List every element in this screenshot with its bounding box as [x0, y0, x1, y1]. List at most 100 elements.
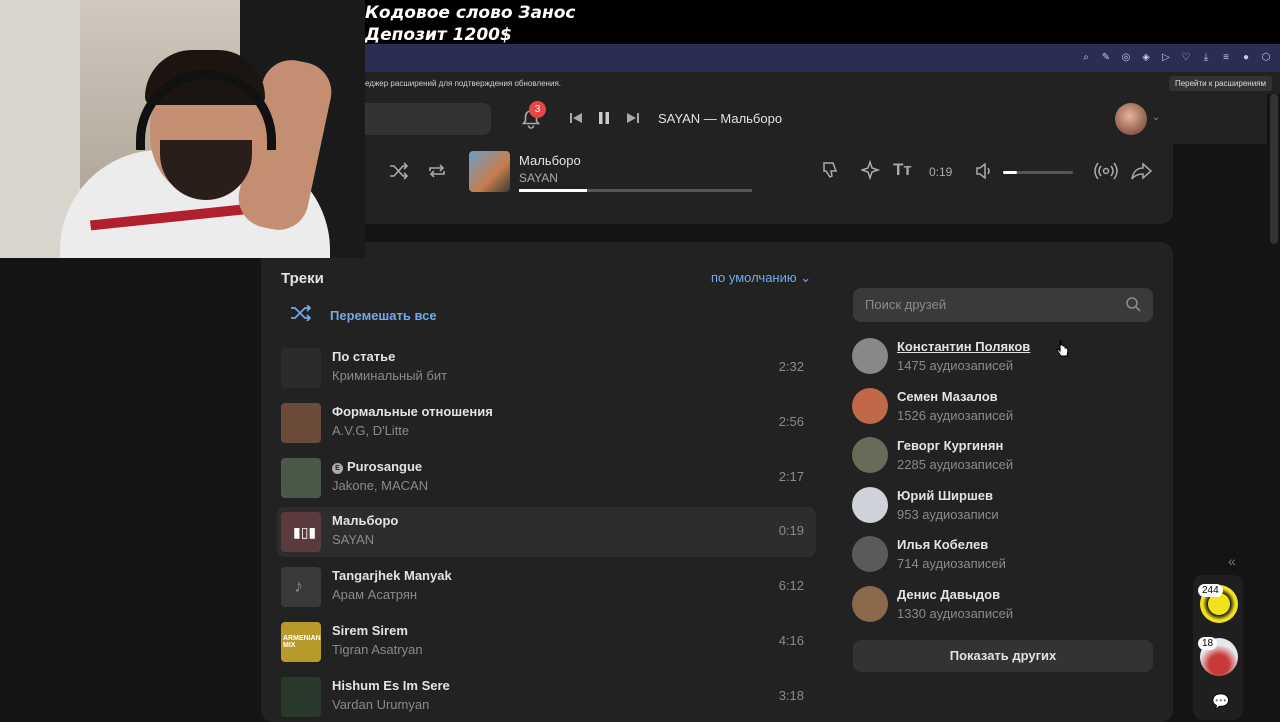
share-icon[interactable] — [1131, 162, 1153, 185]
track-artist[interactable]: Jakone, MACAN — [332, 478, 428, 493]
previous-track-icon[interactable] — [568, 110, 584, 129]
track-cover[interactable]: ▮▯▮ — [281, 512, 321, 553]
track-title[interactable]: Tangarjhek Manyak — [332, 568, 452, 583]
friend-avatar[interactable] — [852, 338, 888, 374]
camera-icon[interactable]: ◎ — [1120, 52, 1132, 64]
collapse-icon[interactable]: « — [1228, 553, 1236, 569]
notifications-badge: 3 — [529, 101, 546, 118]
menu-icon[interactable]: ≡ — [1220, 52, 1232, 64]
site-search-input[interactable] — [365, 103, 491, 135]
track-title[interactable]: E Purosangue — [332, 459, 422, 474]
sparkle-icon[interactable] — [859, 159, 881, 185]
track-duration: 2:56 — [778, 413, 804, 429]
repeat-icon[interactable] — [427, 162, 447, 185]
track-title[interactable]: Формальные отношения — [332, 404, 493, 419]
chat-icon[interactable]: 💬 — [1212, 693, 1229, 710]
show-others-button[interactable]: Показать других — [853, 640, 1153, 672]
dislike-icon[interactable] — [820, 160, 840, 185]
track-duration: 6:12 — [778, 578, 804, 594]
track-cover[interactable]: ♪ — [281, 567, 321, 608]
friend-item[interactable]: Илья Кобелев 714 аудиозаписей — [852, 534, 1152, 580]
friend-name[interactable]: Илья Кобелев — [897, 537, 988, 552]
track-row[interactable]: Формальные отношения A.V.G, D'Litte 2:56 — [277, 398, 816, 448]
track-row[interactable]: ▮▯▮ Мальборо SAYAN 0:19 — [277, 507, 816, 558]
track-title[interactable]: По статье — [332, 349, 395, 364]
browser-toolbar: ⌕ ✎ ◎ ◈ ▷ ♡ ⤓ ≡ ● ⬡ — [365, 44, 1280, 72]
broadcast-icon[interactable] — [1094, 161, 1118, 186]
shuffle-all-button[interactable]: Перемешать все — [290, 304, 437, 326]
track-cover[interactable] — [281, 676, 321, 717]
track-cover[interactable] — [281, 348, 321, 388]
notice-text: еджер расширений для подтверждения обнов… — [365, 78, 561, 88]
stream-overlay-text: Кодовое слово Занос Депозит 1200$ — [365, 2, 575, 46]
note-icon: ♪ — [294, 576, 303, 597]
track-row[interactable]: ♪ Tangarjhek Manyak Арам Асатрян 6:12 — [277, 562, 816, 612]
track-title[interactable]: Sirem Sirem — [332, 623, 408, 638]
track-row[interactable]: E Purosangue Jakone, MACAN 2:17 — [277, 453, 816, 503]
friend-avatar[interactable] — [852, 437, 888, 474]
track-title[interactable]: Hishum Es Im Sere — [332, 678, 450, 693]
friend-item[interactable]: Семен Мазалов 1526 аудиозаписей — [852, 386, 1152, 432]
friend-name[interactable]: Константин Поляков — [897, 339, 1030, 354]
friend-name[interactable]: Денис Давыдов — [897, 587, 1000, 602]
shuffle-all-label: Перемешать все — [330, 308, 437, 323]
track-row[interactable]: ARMENIAN MIX Sirem Sirem Tigran Asatryan 4:… — [277, 617, 816, 667]
track-row[interactable]: Hishum Es Im Sere Vardan Urumyan 3:18 — [277, 672, 816, 722]
search-icon[interactable] — [1125, 296, 1141, 315]
track-cover[interactable] — [281, 457, 321, 498]
download-icon[interactable]: ⤓ — [1200, 52, 1212, 64]
friend-name[interactable]: Юрий Ширшев — [897, 488, 993, 503]
track-title[interactable]: Мальборо — [332, 513, 398, 528]
track-artist[interactable]: Криминальный бит — [332, 368, 447, 383]
friend-audio-count: 1526 аудиозаписей — [897, 407, 1014, 423]
track-duration: 3:18 — [778, 687, 804, 703]
cover-text: ARMENIAN MIX — [283, 635, 321, 649]
track-cover[interactable]: ARMENIAN MIX — [281, 622, 321, 662]
play-icon[interactable]: ▷ — [1160, 52, 1172, 64]
friend-audio-count: 1330 аудиозаписей — [897, 606, 1014, 621]
chevron-down-icon[interactable]: ⌄ — [1152, 112, 1160, 123]
track-artist[interactable]: Vardan Urumyan — [332, 697, 429, 712]
pause-icon[interactable] — [596, 110, 612, 129]
sort-dropdown[interactable]: по умолчанию ⌄ — [711, 270, 811, 286]
shuffle-icon[interactable] — [389, 162, 409, 185]
goto-extensions-button[interactable]: Перейти к расширениям — [1168, 75, 1272, 91]
friend-item[interactable]: Денис Давыдов 1330 аудиозаписей — [852, 584, 1152, 630]
lyrics-icon[interactable]: Tт — [893, 160, 912, 180]
friend-name[interactable]: Семен Мазалов — [897, 389, 998, 404]
header-now-playing[interactable]: SAYAN — Мальборо — [658, 111, 782, 126]
friend-item[interactable]: Константин Поляков 1475 аудиозаписей — [852, 336, 1152, 382]
now-playing-title[interactable]: Мальборо — [519, 153, 581, 168]
friend-name[interactable]: Геворг Кургинян — [897, 438, 1003, 453]
sort-label: по умолчанию — [711, 270, 797, 285]
edit-icon[interactable]: ✎ — [1100, 52, 1112, 64]
track-artist[interactable]: Арам Асатрян — [332, 587, 417, 602]
friend-item[interactable]: Юрий Ширшев 953 аудиозаписи — [852, 485, 1152, 531]
scrollbar[interactable] — [1270, 94, 1278, 244]
volume-icon[interactable] — [975, 162, 993, 184]
track-artist[interactable]: SAYAN — [332, 532, 374, 547]
track-row[interactable]: По статье Криминальный бит 2:32 — [277, 343, 816, 393]
track-cover[interactable] — [281, 402, 321, 443]
profile-icon[interactable]: ● — [1240, 52, 1252, 64]
track-artist[interactable]: A.V.G, D'Litte — [332, 423, 409, 438]
friend-avatar[interactable] — [852, 586, 888, 622]
track-artist[interactable]: Tigran Asatryan — [332, 642, 423, 657]
friend-item[interactable]: Геворг Кургинян 2285 аудиозаписей — [852, 435, 1152, 481]
friend-avatar[interactable] — [852, 536, 888, 573]
chat-unread-count: 244 — [1198, 584, 1223, 597]
now-playing-cover[interactable] — [469, 151, 510, 192]
extensions-icon[interactable]: ⬡ — [1260, 52, 1272, 64]
now-playing-artist[interactable]: SAYAN — [519, 171, 558, 185]
progress-fill — [519, 189, 587, 192]
friend-avatar[interactable] — [852, 387, 888, 424]
shield-icon[interactable]: ◈ — [1140, 52, 1152, 64]
zoom-icon[interactable]: ⌕ — [1080, 52, 1092, 64]
friend-search-input[interactable] — [865, 297, 1115, 312]
heart-icon[interactable]: ♡ — [1180, 52, 1192, 64]
friend-avatar[interactable] — [852, 486, 888, 523]
user-avatar[interactable] — [1115, 103, 1147, 135]
friend-audio-count: 953 аудиозаписи — [897, 506, 999, 522]
friend-search[interactable] — [853, 288, 1153, 322]
next-track-icon[interactable] — [625, 110, 641, 129]
